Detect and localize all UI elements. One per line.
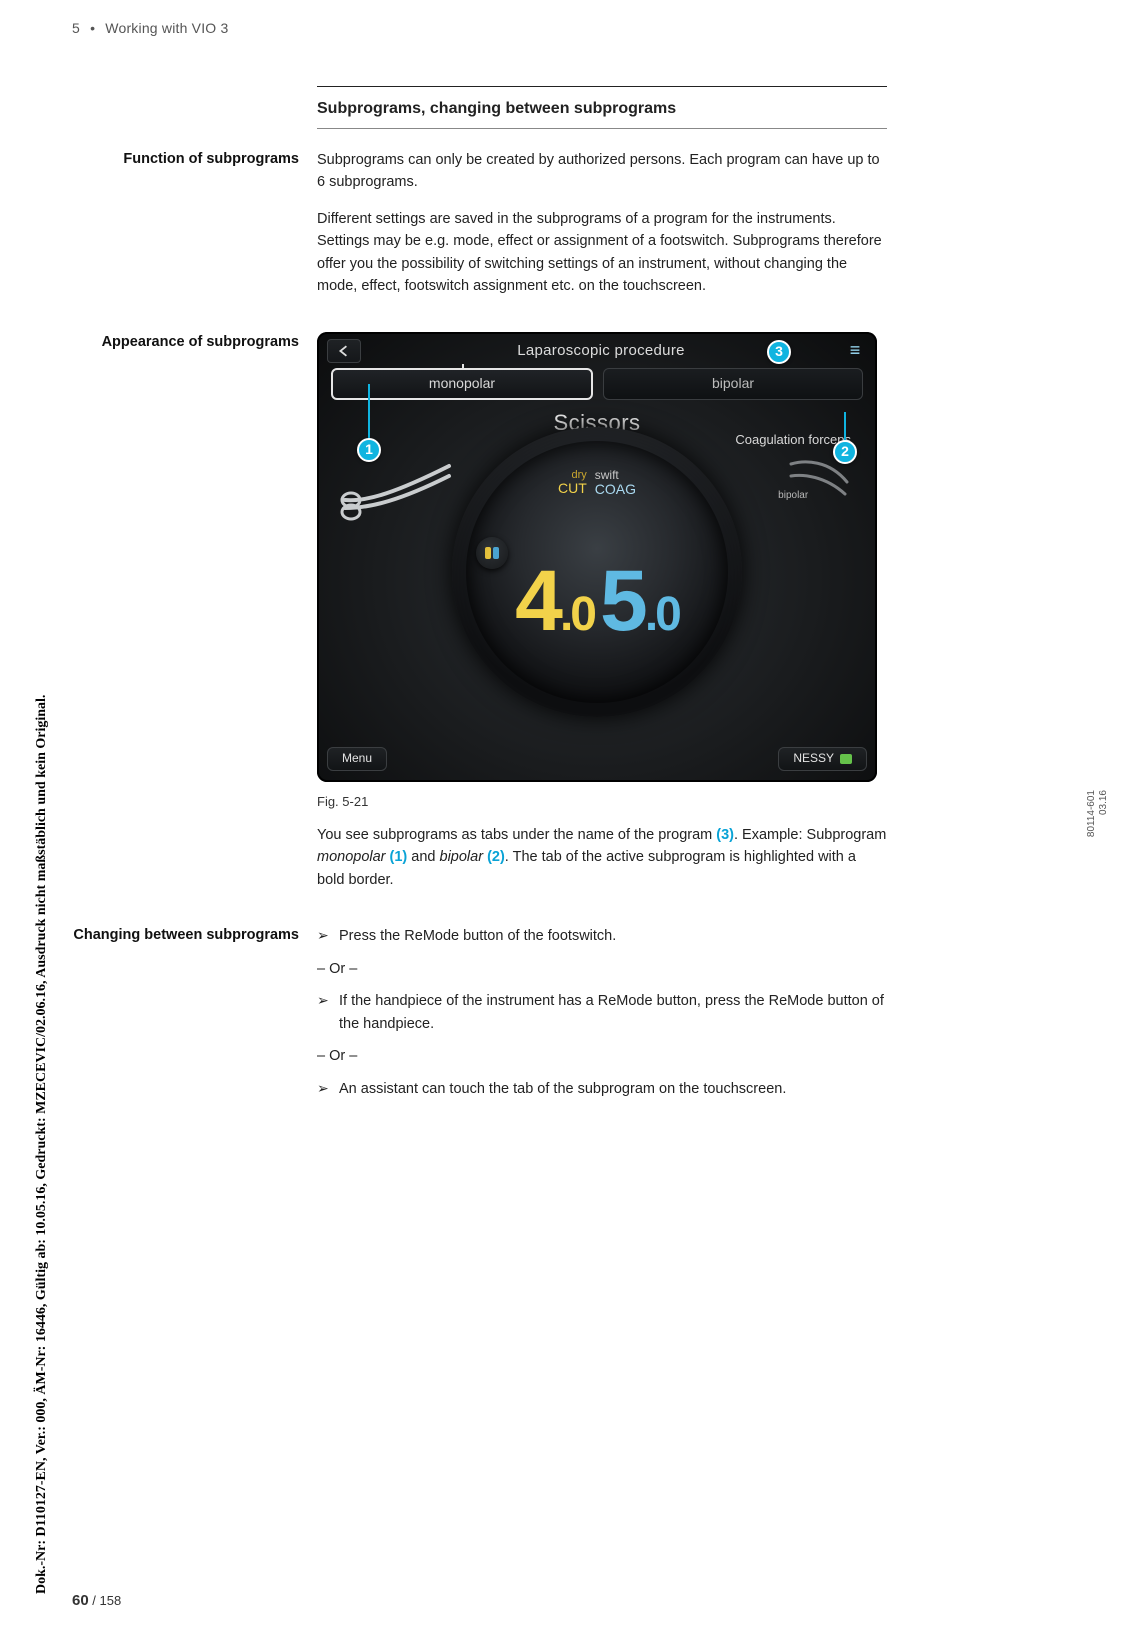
tab-monopolar-label: monopolar	[429, 373, 495, 395]
bullet: •	[90, 20, 95, 36]
value-coag-int: 5	[600, 553, 645, 649]
chevron-icon: ➢	[317, 990, 339, 1012]
back-button[interactable]	[327, 339, 361, 363]
step-1: ➢ Press the ReMode button of the footswi…	[317, 925, 887, 947]
right-note-l1: 80114-601	[1086, 790, 1098, 837]
desc-b: . Example: Subprogram	[734, 827, 886, 843]
desc-ref3: (3)	[716, 827, 734, 843]
callout-line-1	[368, 384, 370, 442]
plug-icon	[840, 754, 852, 764]
right-note-l2: 03.16	[1098, 790, 1110, 837]
step-3-text: An assistant can touch the tab of the su…	[339, 1078, 887, 1100]
side-label-changing: Changing between subprograms	[72, 925, 317, 947]
tab-bipolar[interactable]: bipolar	[603, 368, 863, 400]
or-1: – Or –	[317, 958, 887, 980]
rule-top	[317, 86, 887, 87]
chevron-icon: ➢	[317, 1078, 339, 1100]
rule-bottom	[317, 128, 887, 129]
para-2: Different settings are saved in the subp…	[317, 208, 887, 298]
desc-bip: bipolar	[440, 849, 484, 865]
mode-labels: dry CUT swift COAG	[452, 469, 742, 498]
value-cut-dec: .0	[560, 588, 594, 641]
value-coag-dec: .0	[645, 588, 679, 641]
page-footer: 60 / 158	[72, 1592, 121, 1609]
left-margin-note: Dok.-Nr: D110127-EN, Ver.: 000, ÄM-Nr: 1…	[34, 695, 50, 1594]
mode-coag-label: COAG	[595, 481, 636, 497]
step-2-text: If the handpiece of the instrument has a…	[339, 990, 887, 1035]
desc-ref1: (1)	[386, 849, 408, 865]
more-icon[interactable]: ≡	[841, 337, 871, 365]
page-number: 60	[72, 1592, 89, 1609]
effect-dial[interactable]: dry CUT swift COAG 4.0 5.0	[452, 427, 742, 717]
figure-description: You see subprograms as tabs under the na…	[317, 824, 887, 891]
para-1: Subprograms can only be created by autho…	[317, 149, 887, 194]
callout-1: 1	[357, 438, 381, 462]
callout-2: 2	[833, 440, 857, 464]
side-label-function: Function of subprograms	[72, 149, 317, 171]
callout-3: 3	[767, 340, 791, 364]
tab-monopolar[interactable]: monopolar	[331, 368, 593, 400]
mode-cut-label: CUT	[558, 480, 587, 496]
pedal-icon	[476, 537, 508, 569]
section-title: Subprograms, changing between subprogram…	[317, 97, 887, 122]
value-cut: 4.0	[515, 535, 594, 668]
desc-c: and	[407, 849, 439, 865]
content: Subprograms, changing between subprogram…	[72, 86, 1062, 1110]
menu-button-label: Menu	[342, 749, 372, 768]
step-3: ➢ An assistant can touch the tab of the …	[317, 1078, 887, 1100]
chapter-number: 5	[72, 20, 80, 36]
chapter-title: Working with VIO 3	[105, 20, 228, 36]
callout-line-2	[844, 412, 846, 444]
tab-bipolar-label: bipolar	[712, 373, 754, 395]
value-cut-int: 4	[515, 553, 560, 649]
mode-cut-top: dry	[558, 469, 587, 481]
page-sep: /	[89, 1593, 100, 1608]
running-header: 5 • Working with VIO 3	[72, 20, 1062, 36]
mode-coag: swift COAG	[595, 469, 636, 498]
effect-values: 4.0 5.0	[452, 535, 742, 668]
menu-button[interactable]: Menu	[327, 747, 387, 771]
page: 5 • Working with VIO 3 Subprograms, chan…	[0, 0, 1134, 1643]
tab-tick	[462, 364, 464, 370]
value-coag: 5.0	[600, 535, 679, 668]
right-margin-note: 80114-601 03.16	[1086, 790, 1110, 837]
step-2: ➢ If the handpiece of the instrument has…	[317, 990, 887, 1035]
nessy-button[interactable]: NESSY	[778, 747, 867, 771]
mode-cut: dry CUT	[558, 469, 587, 498]
device-bottom-bar: Menu NESSY	[327, 744, 867, 774]
desc-a: You see subprograms as tabs under the na…	[317, 827, 716, 843]
step-1-text: Press the ReMode button of the footswitc…	[339, 925, 887, 947]
back-icon	[338, 345, 350, 357]
chevron-icon: ➢	[317, 925, 339, 947]
page-total: 158	[100, 1593, 122, 1608]
scissors-icon	[337, 452, 457, 524]
or-2: – Or –	[317, 1045, 887, 1067]
figure-caption: Fig. 5-21	[317, 792, 887, 812]
desc-mono: monopolar	[317, 849, 386, 865]
forceps-icon	[785, 454, 857, 522]
mode-coag-top: swift	[595, 469, 636, 482]
device-screenshot: Laparoscopic procedure ≡ monopolar bipol…	[317, 332, 877, 782]
desc-ref2: (2)	[483, 849, 505, 865]
subprogram-tabs: monopolar bipolar	[331, 368, 863, 400]
nessy-button-label: NESSY	[793, 749, 834, 768]
side-label-appearance: Appearance of subprograms	[72, 332, 317, 354]
